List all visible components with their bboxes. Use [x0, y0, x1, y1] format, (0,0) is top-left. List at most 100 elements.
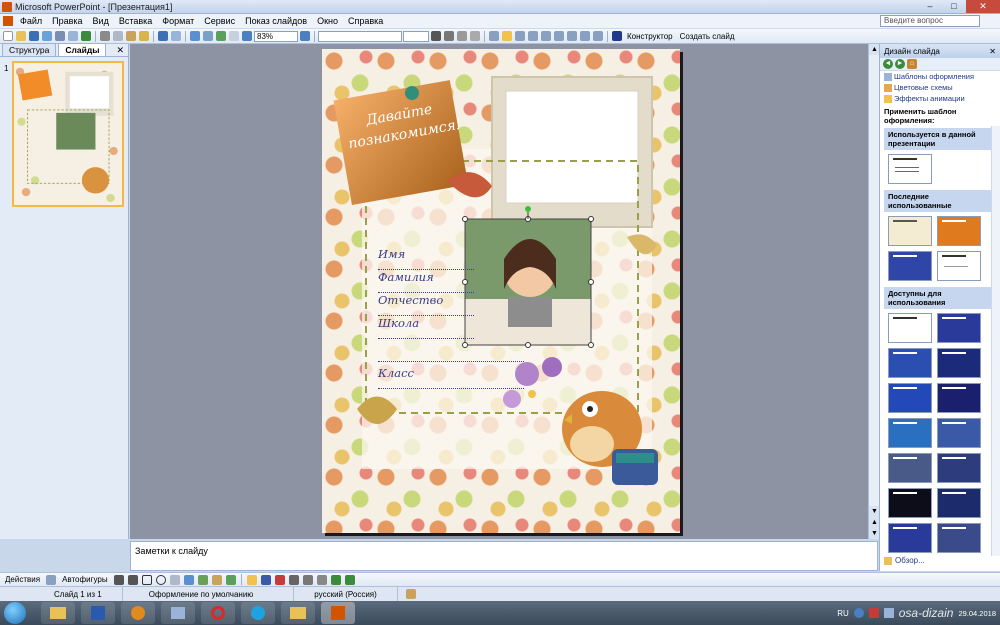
taskbar-folder-icon[interactable] — [281, 602, 315, 624]
3d-style-icon[interactable] — [344, 574, 355, 585]
network-icon[interactable] — [883, 608, 894, 618]
print-icon[interactable] — [55, 31, 65, 41]
fill-color-icon[interactable] — [246, 574, 257, 585]
close-button[interactable]: ✕ — [966, 0, 1000, 13]
task-pane-scrollbar[interactable] — [991, 126, 1000, 556]
diagram-icon[interactable] — [197, 574, 208, 585]
template-thumb[interactable] — [888, 216, 932, 246]
paste-icon[interactable] — [126, 31, 136, 41]
font-color-icon[interactable] — [612, 31, 622, 41]
line-color-icon[interactable] — [260, 574, 271, 585]
template-thumb[interactable] — [888, 313, 932, 343]
menu-insert[interactable]: Вставка — [114, 16, 157, 26]
arrow-style-icon[interactable] — [316, 574, 327, 585]
wordart-icon[interactable] — [183, 574, 194, 585]
decrease-indent-icon[interactable] — [580, 31, 590, 41]
font-color-icon[interactable] — [274, 574, 285, 585]
menu-edit[interactable]: Правка — [47, 16, 87, 26]
photo-frame[interactable] — [491, 76, 653, 228]
increase-font-icon[interactable] — [554, 31, 564, 41]
language-indicator[interactable]: RU — [837, 609, 849, 618]
template-thumb[interactable] — [888, 418, 932, 448]
actions-menu[interactable]: Действия — [2, 575, 43, 584]
help-icon[interactable] — [300, 31, 310, 41]
tab-outline[interactable]: Структура — [2, 43, 57, 56]
template-thumb[interactable] — [888, 453, 932, 483]
preview-icon[interactable] — [68, 31, 78, 41]
picture-icon[interactable] — [225, 574, 236, 585]
template-thumb[interactable] — [888, 251, 932, 281]
bold-icon[interactable] — [431, 31, 441, 41]
template-thumb[interactable] — [937, 348, 981, 378]
insert-table-icon[interactable] — [203, 31, 213, 41]
grid-icon[interactable] — [229, 31, 239, 41]
antivirus-icon[interactable] — [868, 608, 879, 618]
shadow-icon[interactable] — [470, 31, 480, 41]
taskbar-media-icon[interactable] — [121, 602, 155, 624]
bulleted-list-icon[interactable] — [541, 31, 551, 41]
autoshapes-menu[interactable]: Автофигуры — [59, 575, 111, 584]
menu-help[interactable]: Справка — [343, 16, 388, 26]
save-icon[interactable] — [29, 31, 39, 41]
textbox-icon[interactable] — [169, 574, 180, 585]
color-grayscale-icon[interactable] — [242, 31, 252, 41]
arrow-icon[interactable] — [127, 574, 138, 585]
taskbar-word-icon[interactable] — [81, 602, 115, 624]
menu-slideshow[interactable]: Показ слайдов — [240, 16, 312, 26]
template-thumb[interactable] — [937, 313, 981, 343]
rotate-handle[interactable] — [525, 206, 531, 212]
menu-file[interactable]: Файл — [15, 16, 47, 26]
link-animation[interactable]: Эффекты анимации — [880, 93, 1000, 104]
line-style-icon[interactable] — [288, 574, 299, 585]
slide-thumbnail[interactable] — [12, 61, 124, 207]
menu-window[interactable]: Окно — [312, 16, 343, 26]
clipart-icon[interactable] — [211, 574, 222, 585]
open-icon[interactable] — [16, 31, 26, 41]
shadow-style-icon[interactable] — [330, 574, 341, 585]
copy-icon[interactable] — [113, 31, 123, 41]
align-center-icon[interactable] — [502, 31, 512, 41]
slide[interactable]: Давайте познакомимся! Имя Фамилия Отчест… — [322, 49, 680, 533]
underline-icon[interactable] — [457, 31, 467, 41]
rectangle-icon[interactable] — [141, 574, 152, 585]
template-thumb[interactable] — [888, 523, 932, 553]
help-search-input[interactable]: Введите вопрос — [880, 15, 980, 27]
align-right-icon[interactable] — [515, 31, 525, 41]
forward-icon[interactable]: ► — [895, 59, 905, 69]
close-icon[interactable]: ✕ — [116, 45, 124, 56]
browse-link[interactable]: Обзор... — [880, 556, 925, 565]
girl-photo[interactable] — [464, 218, 592, 346]
vertical-scrollbar[interactable]: ▲ ▼ ▲ ▼ — [868, 44, 880, 539]
line-icon[interactable] — [113, 574, 124, 585]
decrease-font-icon[interactable] — [567, 31, 577, 41]
close-icon[interactable]: ✕ — [989, 47, 996, 56]
start-button[interactable] — [4, 602, 26, 624]
document-icon[interactable] — [3, 16, 13, 26]
undo-icon[interactable] — [158, 31, 168, 41]
insert-picture-icon[interactable] — [216, 31, 226, 41]
font-size-select[interactable] — [403, 30, 429, 42]
italic-icon[interactable] — [444, 31, 454, 41]
template-thumb[interactable] — [937, 383, 981, 413]
notes-pane[interactable]: Заметки к слайду — [130, 541, 878, 571]
zoom-select[interactable]: 83% — [254, 30, 298, 42]
designer-button[interactable]: Конструктор — [624, 32, 676, 41]
template-thumb[interactable] — [937, 488, 981, 518]
new-slide-button[interactable]: Создать слайд — [677, 32, 738, 41]
minimize-button[interactable]: – — [918, 0, 942, 13]
field-patronymic[interactable]: Отчество — [378, 293, 474, 316]
template-thumb[interactable] — [937, 453, 981, 483]
insert-chart-icon[interactable] — [190, 31, 200, 41]
field-class[interactable]: Класс — [378, 366, 524, 389]
taskbar-opera-icon[interactable] — [201, 602, 235, 624]
menu-format[interactable]: Формат — [157, 16, 199, 26]
menu-tools[interactable]: Сервис — [199, 16, 240, 26]
taskbar-skype-icon[interactable] — [241, 602, 275, 624]
link-templates[interactable]: Шаблоны оформления — [880, 71, 1000, 82]
clock[interactable]: 29.04.2018 — [958, 609, 996, 618]
taskbar-powerpoint-icon[interactable] — [321, 602, 355, 624]
field-school[interactable]: Школа — [378, 316, 474, 339]
field-name[interactable]: Имя — [378, 247, 474, 270]
numbered-list-icon[interactable] — [528, 31, 538, 41]
cut-icon[interactable] — [100, 31, 110, 41]
